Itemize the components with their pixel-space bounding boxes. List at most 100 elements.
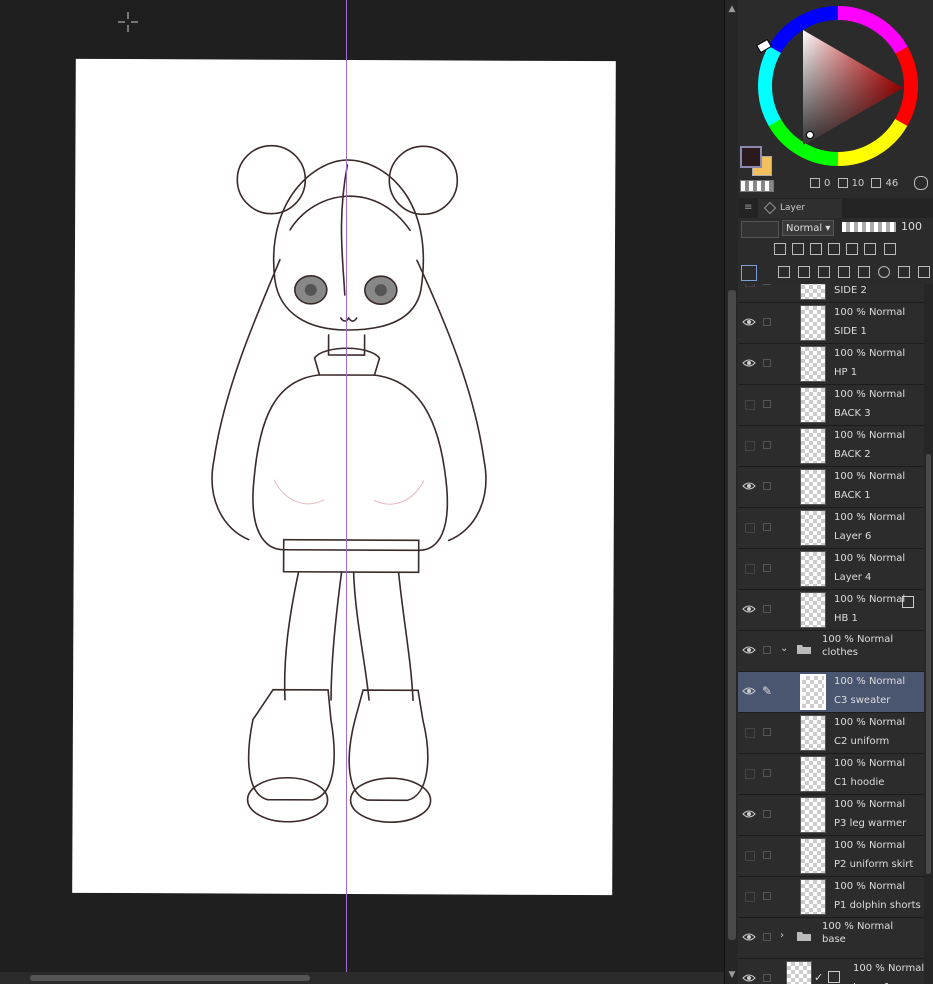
select-checkbox[interactable] (763, 810, 771, 818)
layer-row[interactable]: 100 % Normal BACK 3 (738, 385, 924, 426)
select-checkbox[interactable] (763, 359, 771, 367)
layer-row[interactable]: 100 % Normal BACK 2 (738, 426, 924, 467)
main-color-swatch[interactable] (740, 146, 762, 168)
ruler-layer-icon[interactable] (884, 243, 896, 255)
visibility-toggle[interactable] (745, 523, 755, 533)
scrollbar-thumb[interactable] (926, 454, 931, 874)
color-wheel-panel: 0 10 46 (738, 0, 933, 199)
draft-layer-icon[interactable] (810, 243, 822, 255)
eye-icon[interactable] (742, 686, 756, 696)
select-checkbox[interactable] (763, 933, 771, 941)
new-vector-layer-icon[interactable] (798, 266, 810, 278)
visibility-toggle[interactable] (745, 892, 755, 902)
layer-name-label: P1 dolphin shorts (834, 900, 921, 911)
scrollbar-thumb[interactable] (728, 290, 736, 940)
visibility-toggle[interactable] (745, 564, 755, 574)
select-checkbox[interactable] (763, 441, 771, 449)
select-checkbox[interactable] (763, 400, 771, 408)
layer-color-dropdown[interactable] (741, 221, 779, 238)
select-checkbox[interactable] (763, 646, 771, 654)
scrollbar-thumb[interactable] (30, 975, 310, 981)
select-checkbox[interactable] (763, 974, 771, 982)
select-checkbox[interactable] (763, 892, 771, 900)
layer-row[interactable]: 100 % Normal SIDE 1 (738, 303, 924, 344)
layer-thumbnail (800, 305, 826, 341)
select-checkbox[interactable] (763, 728, 771, 736)
transfer-to-layer-icon[interactable] (838, 266, 850, 278)
combine-layer-icon[interactable] (858, 266, 870, 278)
blend-mode-select[interactable]: Normal ▾ (782, 220, 834, 236)
layer-row[interactable]: 100 % Normal Layer 6 (738, 508, 924, 549)
layer-row[interactable]: 100 % Normal P1 dolphin shorts (738, 877, 924, 918)
reference-layer-icon[interactable] (792, 243, 804, 255)
visibility-toggle[interactable] (745, 441, 755, 451)
lock-transparency-icon[interactable] (846, 243, 858, 255)
select-checkbox[interactable] (763, 482, 771, 490)
eye-icon[interactable] (742, 317, 756, 327)
layer-list[interactable]: 100 % NormalSIDE 2100 % NormalSIDE 1100 … (738, 284, 924, 984)
layer-row[interactable]: 100 % Normal P3 leg warmer (738, 795, 924, 836)
eye-icon[interactable] (742, 604, 756, 614)
layer-row[interactable]: 100 % Normal C2 uniform (738, 713, 924, 754)
layer-row[interactable]: 100 % Normal HB 1 (738, 590, 924, 631)
layer-mask-icon[interactable] (864, 243, 876, 255)
canvas-area[interactable] (0, 0, 724, 972)
chevron-down-icon[interactable]: ⌄ (780, 643, 788, 654)
layer-row[interactable]: 100 % Normal HP 1 (738, 344, 924, 385)
delete-layer-icon[interactable] (918, 266, 930, 278)
panel-menu-icon[interactable]: ≡ (744, 202, 752, 213)
apply-mask-icon[interactable] (898, 266, 910, 278)
scroll-down-arrow-icon[interactable]: ▼ (727, 970, 737, 980)
visibility-toggle[interactable] (745, 728, 755, 738)
layer-row[interactable]: 100 % NormalSIDE 2 (738, 284, 924, 303)
layer-view-icon[interactable] (741, 265, 757, 281)
visibility-toggle[interactable] (745, 851, 755, 861)
scroll-up-arrow-icon[interactable]: ▲ (727, 4, 737, 14)
select-checkbox[interactable] (763, 851, 771, 859)
vertical-scrollbar[interactable]: ▲ ▼ (724, 0, 739, 984)
layer-name-label: SIDE 1 (834, 326, 867, 337)
tab-layer[interactable]: Layer (758, 199, 842, 218)
color-mode-icon[interactable] (914, 176, 928, 190)
visibility-toggle[interactable] (745, 284, 755, 287)
chevron-right-icon[interactable]: › (780, 930, 784, 941)
layer-folder-row[interactable]: › 100 % Normal base (738, 918, 924, 959)
select-checkbox[interactable] (763, 318, 771, 326)
layer-row[interactable]: 100 % Normal C1 hoodie (738, 754, 924, 795)
right-panel: 0 10 46 ≡ Layer Normal ▾ 100 100 % Norma (738, 0, 933, 984)
layer-row[interactable]: ✎ 100 % Normal C3 sweater (738, 672, 924, 713)
select-checkbox[interactable] (763, 605, 771, 613)
new-folder-icon[interactable] (818, 266, 830, 278)
visibility-toggle[interactable] (745, 769, 755, 779)
ruler-guide-line[interactable] (346, 0, 347, 972)
layer-row[interactable]: 100 % Normal P2 uniform skirt (738, 836, 924, 877)
visibility-toggle[interactable] (745, 400, 755, 410)
layers-icon (764, 201, 776, 214)
eye-icon[interactable] (742, 358, 756, 368)
clip-to-layer-below-icon[interactable] (774, 243, 786, 255)
layer-list-scrollbar[interactable] (924, 284, 933, 984)
transparent-color-swatch[interactable] (740, 180, 774, 192)
layer-row[interactable]: ✓100 % NormalLayer 1 (738, 959, 924, 984)
new-raster-layer-icon[interactable] (778, 266, 790, 278)
sketch-leg-right (352, 571, 370, 701)
eye-icon[interactable] (742, 809, 756, 819)
drawing-canvas[interactable] (72, 58, 616, 896)
layer-row[interactable]: 100 % Normal BACK 1 (738, 467, 924, 508)
opacity-slider[interactable] (842, 222, 896, 232)
select-checkbox[interactable] (763, 523, 771, 531)
select-checkbox[interactable] (763, 769, 771, 777)
eye-icon[interactable] (742, 973, 756, 983)
select-checkbox[interactable] (763, 284, 771, 285)
eye-icon[interactable] (742, 932, 756, 942)
layer-row[interactable]: 100 % Normal Layer 4 (738, 549, 924, 590)
eye-icon[interactable] (742, 481, 756, 491)
opacity-value[interactable]: 100 (901, 220, 922, 233)
select-checkbox[interactable] (763, 564, 771, 572)
layer-folder-row[interactable]: ⌄ 100 % Normal clothes (738, 631, 924, 672)
create-mask-icon[interactable] (878, 266, 890, 278)
color-wheel[interactable] (748, 0, 928, 180)
lock-layer-icon[interactable] (828, 243, 840, 255)
horizontal-scrollbar[interactable] (0, 972, 724, 984)
eye-icon[interactable] (742, 645, 756, 655)
